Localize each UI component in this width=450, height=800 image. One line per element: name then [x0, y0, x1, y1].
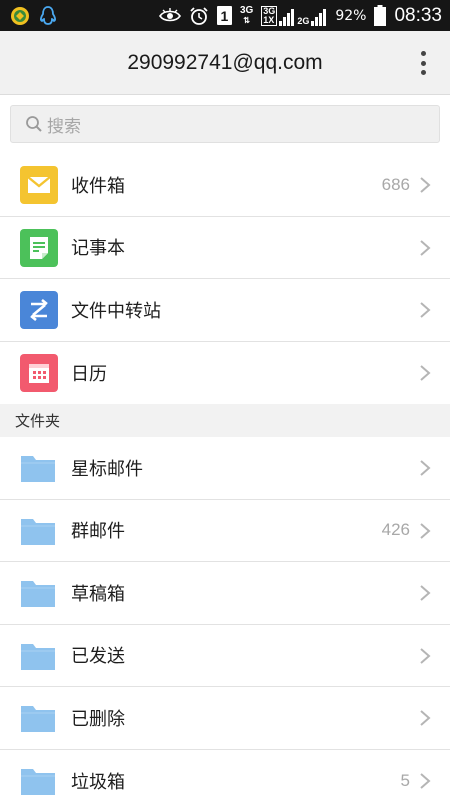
- search-area: 搜索: [0, 96, 450, 154]
- chevron-right-icon: [420, 460, 431, 476]
- more-dot: [420, 60, 426, 66]
- folder-icon: [21, 643, 55, 670]
- mailbox-item-notepad[interactable]: 记事本: [0, 216, 450, 279]
- unread-count: 686: [381, 174, 410, 194]
- app-notification-icon: [11, 6, 29, 25]
- chevron-right-icon: [420, 302, 431, 318]
- folder-item-deleted[interactable]: 已删除: [0, 687, 450, 750]
- battery-percent: 92%: [335, 7, 367, 24]
- calendar-icon: [20, 353, 58, 392]
- screen: 1 3G ⇅ 3G 1X 2G 92% 08:33 290992741@qq.c…: [0, 0, 450, 800]
- notepad-icon: [20, 228, 58, 267]
- search-placeholder: 搜索: [47, 116, 81, 137]
- folder-label: 星标邮件: [71, 458, 143, 480]
- folder-icon: [21, 518, 55, 545]
- mailbox-item-inbox[interactable]: 收件箱 686: [0, 154, 450, 217]
- chevron-right-icon: [420, 239, 431, 256]
- more-dot: [420, 70, 426, 75]
- signal-strength-icon: [279, 8, 295, 26]
- status-left: [10, 5, 57, 27]
- account-title[interactable]: 290992741@qq.com: [127, 51, 322, 75]
- account-header: 290992741@qq.com: [0, 31, 450, 95]
- folder-item-starred[interactable]: 星标邮件: [0, 437, 450, 500]
- mailbox-label: 日历: [71, 363, 107, 385]
- more-vertical-icon[interactable]: [416, 49, 430, 77]
- eye-icon: [158, 7, 181, 21]
- mailbox-label: 文件中转站: [71, 300, 161, 322]
- folder-count: 426: [381, 520, 410, 540]
- chevron-right-icon: [420, 710, 431, 726]
- folder-label: 垃圾箱: [71, 771, 125, 793]
- chevron-right-icon: [420, 772, 431, 789]
- search-icon: [26, 116, 42, 132]
- network-1x-label: 1X: [263, 14, 275, 25]
- signal-strength-2-icon: [311, 8, 327, 26]
- qq-penguin-icon: [40, 5, 56, 25]
- section-title: 文件夹: [15, 412, 61, 430]
- sim-slot-indicator: 1: [216, 6, 232, 25]
- folder-item-sent[interactable]: 已发送: [0, 624, 450, 687]
- folder-item-group-mail[interactable]: 群邮件 426: [0, 499, 450, 562]
- folder-label: 草稿箱: [71, 583, 125, 605]
- dual-signal-indicator: 3G 1X 2G: [261, 5, 327, 26]
- search-input[interactable]: 搜索: [10, 105, 440, 143]
- alarm-clock-icon: [190, 6, 208, 25]
- folders-section-header: 文件夹: [0, 404, 450, 437]
- mailbox-label: 收件箱: [71, 175, 125, 197]
- network-3g-indicator: 3G ⇅: [239, 4, 254, 26]
- chevron-right-icon: [420, 364, 431, 381]
- folder-icon: [21, 768, 55, 795]
- chevron-right-icon: [420, 177, 431, 193]
- mailbox-item-file-transfer[interactable]: 文件中转站: [0, 279, 450, 342]
- file-transfer-icon: [20, 291, 58, 329]
- chevron-right-icon: [420, 647, 431, 664]
- data-arrows-icon: ⇅: [243, 15, 250, 25]
- folder-item-spam[interactable]: 垃圾箱 5: [0, 749, 450, 800]
- network-3g-label: 3G: [239, 4, 254, 16]
- mailbox-item-calendar[interactable]: 日历: [0, 341, 450, 404]
- chevron-right-icon: [420, 585, 431, 601]
- mailbox-label: 记事本: [71, 238, 125, 260]
- status-right: 1 3G ⇅ 3G 1X 2G 92% 08:33: [158, 4, 442, 27]
- mailbox-list: 收件箱 686 记事本 文件中转站 日历 文件夹 星标邮件 群邮件 426 草稿…: [0, 154, 450, 800]
- folder-icon: [21, 706, 55, 732]
- folder-item-drafts[interactable]: 草稿箱: [0, 562, 450, 625]
- folder-icon: [21, 581, 55, 607]
- more-dot: [420, 51, 426, 56]
- folder-count: 5: [400, 770, 410, 790]
- inbox-icon: [20, 166, 58, 204]
- network-3g-1x-badge: 3G 1X: [261, 5, 278, 26]
- clock-time: 08:33: [394, 4, 442, 26]
- battery-icon: [374, 5, 387, 26]
- chevron-right-icon: [420, 522, 431, 539]
- status-bar: 1 3G ⇅ 3G 1X 2G 92% 08:33: [0, 0, 450, 31]
- network-2g-label: 2G: [297, 15, 310, 26]
- folder-icon: [21, 456, 55, 482]
- folder-label: 群邮件: [71, 521, 125, 543]
- folder-label: 已删除: [71, 708, 125, 730]
- folder-label: 已发送: [71, 646, 125, 668]
